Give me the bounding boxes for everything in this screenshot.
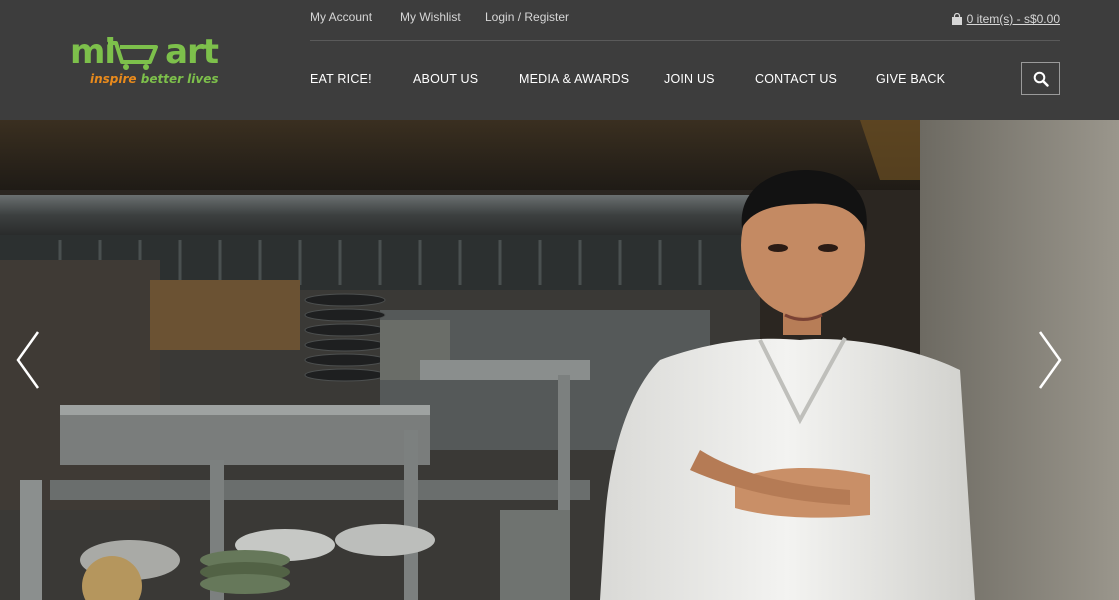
cart-summary[interactable]: 0 item(s) - s$0.00 bbox=[951, 12, 1060, 26]
hero-slider bbox=[0, 120, 1119, 600]
shopping-bag-icon bbox=[951, 13, 962, 25]
chevron-right-icon[interactable] bbox=[1034, 330, 1064, 390]
site-logo[interactable]: mi art inspire better lives bbox=[70, 34, 240, 94]
chevron-left-icon[interactable] bbox=[14, 330, 44, 390]
my-wishlist-link[interactable]: My Wishlist bbox=[400, 10, 461, 24]
my-account-link[interactable]: My Account bbox=[310, 10, 372, 24]
search-button[interactable] bbox=[1021, 62, 1060, 95]
search-icon bbox=[1033, 71, 1049, 87]
nav-give-back[interactable]: GIVE BACK bbox=[876, 72, 945, 86]
site-header: mi art inspire better lives My Account My… bbox=[0, 0, 1119, 120]
nav-contact-us[interactable]: CONTACT US bbox=[755, 72, 837, 86]
nav-media-awards[interactable]: MEDIA & AWARDS bbox=[519, 72, 629, 86]
header-divider bbox=[310, 40, 1060, 41]
cart-logo-icon bbox=[108, 41, 158, 70]
nav-join-us[interactable]: JOIN US bbox=[664, 72, 715, 86]
logo-tagline: inspire better lives bbox=[90, 72, 219, 86]
nav-about-us[interactable]: ABOUT US bbox=[413, 72, 478, 86]
login-register-link[interactable]: Login / Register bbox=[485, 10, 569, 24]
cart-label: 0 item(s) - s$0.00 bbox=[966, 12, 1060, 26]
nav-eat-rice[interactable]: EAT RICE! bbox=[310, 72, 372, 86]
hero-image bbox=[0, 120, 1119, 600]
